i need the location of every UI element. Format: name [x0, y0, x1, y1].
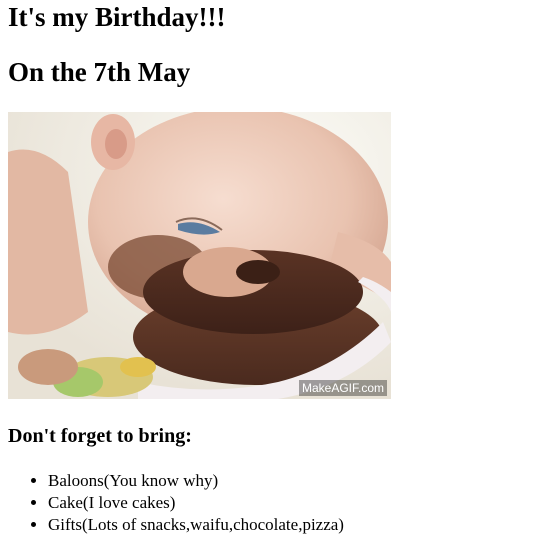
page-title: It's my Birthday!!!	[8, 2, 226, 32]
bring-heading: Don't forget to bring:	[8, 425, 192, 447]
birthday-gif-image: MakeAGIF.com	[8, 112, 391, 399]
list-item: Cake(I love cakes)	[48, 492, 344, 514]
baby-cake-illustration	[8, 112, 391, 399]
list-item: Baloons(You know why)	[48, 470, 344, 492]
bring-list: Baloons(You know why) Cake(I love cakes)…	[8, 470, 344, 536]
list-item: Gifts(Lots of snacks,waifu,chocolate,piz…	[48, 514, 344, 536]
date-heading: On the 7th May	[8, 57, 191, 87]
makeagif-watermark: MakeAGIF.com	[298, 380, 387, 396]
